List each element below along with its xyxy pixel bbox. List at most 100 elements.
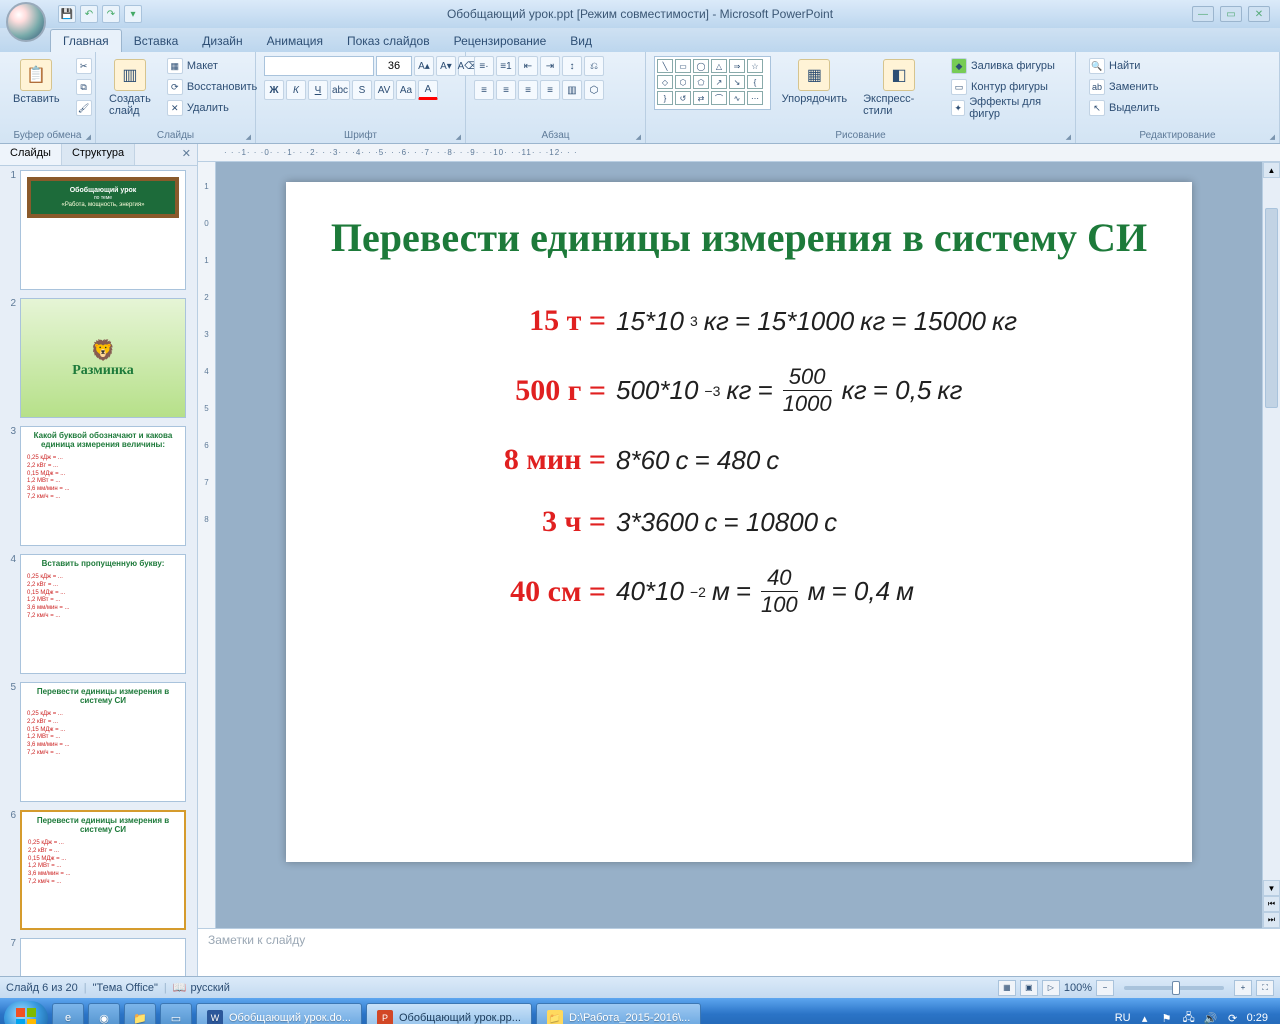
language-indicator[interactable]: русский (190, 982, 229, 994)
minimize-button[interactable]: — (1192, 6, 1214, 22)
tab-outline[interactable]: Структура (62, 144, 135, 165)
shape-effects-button[interactable]: ✦Эффекты для фигур (946, 98, 1067, 118)
taskbar-item[interactable]: 📁D:\Работа_2015-2016\... (536, 1003, 701, 1024)
ribbon-tab-3[interactable]: Анимация (255, 30, 335, 52)
indent-left-button[interactable]: ⇤ (518, 56, 538, 76)
chrome-icon[interactable]: ◉ (88, 1003, 120, 1024)
justify-button[interactable]: ≡ (540, 80, 560, 100)
copy-button[interactable]: ⧉ (71, 77, 97, 97)
decrease-font-icon[interactable]: A▾ (436, 56, 456, 76)
shadow-button[interactable]: S (352, 80, 372, 100)
tray-lang[interactable]: RU (1115, 1012, 1131, 1024)
shape-fill-button[interactable]: ◆Заливка фигуры (946, 56, 1067, 76)
arrange-button[interactable]: ▦ Упорядочить (777, 56, 852, 108)
align-center-button[interactable]: ≡ (496, 80, 516, 100)
explorer-icon[interactable]: 📁 (124, 1003, 156, 1024)
tray-sync-icon[interactable]: ⟳ (1225, 1010, 1241, 1024)
notes-pane[interactable]: Заметки к слайду (198, 928, 1280, 976)
smartart-button[interactable]: ⬡ (584, 80, 604, 100)
zoom-slider[interactable] (1124, 986, 1224, 990)
show-desktop-icon[interactable]: ▭ (160, 1003, 192, 1024)
replace-button[interactable]: abЗаменить (1084, 77, 1163, 97)
slide-thumbnail[interactable]: Обобщающий урокпо теме«Работа, мощность,… (20, 170, 186, 290)
find-button[interactable]: 🔍Найти (1084, 56, 1145, 76)
scroll-down-icon[interactable]: ▼ (1263, 880, 1280, 896)
ribbon-tab-0[interactable]: Главная (50, 29, 122, 52)
align-right-button[interactable]: ≡ (518, 80, 538, 100)
numbering-button[interactable]: ≡1 (496, 56, 516, 76)
increase-font-icon[interactable]: A▴ (414, 56, 434, 76)
ribbon-tab-6[interactable]: Вид (558, 30, 604, 52)
font-size-input[interactable] (376, 56, 412, 76)
select-button[interactable]: ↖Выделить (1084, 98, 1165, 118)
taskbar-item[interactable]: WОбобщающий урок.do... (196, 1003, 362, 1024)
shapes-gallery[interactable]: ╲▭◯△⇒☆ ◇⬡⬠↗↘{ }↺⇄⌒∿⋯ (654, 56, 771, 110)
scroll-up-icon[interactable]: ▲ (1263, 162, 1280, 178)
font-name-input[interactable] (264, 56, 374, 76)
bold-button[interactable]: Ж (264, 80, 284, 100)
format-painter-button[interactable]: 🖌 (71, 98, 97, 118)
columns-button[interactable]: ▥ (562, 80, 582, 100)
shape-outline-button[interactable]: ▭Контур фигуры (946, 77, 1067, 97)
qat-more-icon[interactable]: ▾ (124, 5, 142, 23)
tray-network-icon[interactable]: 🖧 (1181, 1010, 1197, 1024)
font-color-button[interactable]: A (418, 80, 438, 100)
slide-thumbnail[interactable]: 🦁Разминка (20, 298, 186, 418)
vertical-scrollbar[interactable]: ▲ ▼ ⏮ ⏭ (1262, 162, 1280, 928)
thumbnails-list[interactable]: 1Обобщающий урокпо теме«Работа, мощность… (0, 166, 197, 976)
redo-icon[interactable]: ↷ (102, 5, 120, 23)
ribbon-tab-4[interactable]: Показ слайдов (335, 30, 442, 52)
align-left-button[interactable]: ≡ (474, 80, 494, 100)
line-spacing-button[interactable]: ↕ (562, 56, 582, 76)
slide-thumbnail[interactable]: Какой буквой обозначают и какова единица… (20, 426, 186, 546)
prev-slide-icon[interactable]: ⏮ (1263, 896, 1280, 912)
normal-view-button[interactable]: ▦ (998, 980, 1016, 996)
reset-button[interactable]: ⟳Восстановить (162, 77, 262, 97)
fit-to-window-button[interactable]: ⛶ (1256, 980, 1274, 996)
tray-up-icon[interactable]: ▴ (1137, 1010, 1153, 1024)
strikethrough-button[interactable]: abc (330, 80, 350, 100)
ribbon-tab-5[interactable]: Рецензирование (442, 30, 559, 52)
text-direction-button[interactable]: ⎌ (584, 56, 604, 76)
sorter-view-button[interactable]: ▣ (1020, 980, 1038, 996)
next-slide-icon[interactable]: ⏭ (1263, 912, 1280, 928)
start-button[interactable] (4, 1001, 48, 1024)
save-icon[interactable]: 💾 (58, 5, 76, 23)
ribbon-tab-1[interactable]: Вставка (122, 30, 191, 52)
cut-button[interactable]: ✂ (71, 56, 97, 76)
maximize-button[interactable]: ▭ (1220, 6, 1242, 22)
office-button[interactable] (6, 2, 46, 42)
quick-styles-button[interactable]: ◧ Экспресс-стили (858, 56, 940, 120)
underline-button[interactable]: Ч (308, 80, 328, 100)
taskbar-item[interactable]: PОбобщающий урок.pp... (366, 1003, 532, 1024)
bullets-button[interactable]: ≡· (474, 56, 494, 76)
layout-button[interactable]: ▦Макет (162, 56, 262, 76)
tray-flag-icon[interactable]: ⚑ (1159, 1010, 1175, 1024)
tray-clock[interactable]: 0:29 (1247, 1012, 1268, 1024)
new-slide-button[interactable]: ▥ Создать слайд (104, 56, 156, 120)
char-spacing-button[interactable]: AV (374, 80, 394, 100)
tray-volume-icon[interactable]: 🔊 (1203, 1010, 1219, 1024)
spellcheck-icon[interactable]: 📖 (173, 981, 187, 994)
zoom-out-button[interactable]: − (1096, 980, 1114, 996)
slide-thumbnail[interactable]: ЗАДАЧИ (20, 938, 186, 976)
slide-canvas[interactable]: Перевести единицы измерения в систему СИ… (216, 162, 1262, 928)
italic-button[interactable]: К (286, 80, 306, 100)
close-panel-icon[interactable]: ✕ (176, 144, 197, 165)
zoom-in-button[interactable]: + (1234, 980, 1252, 996)
zoom-percent[interactable]: 100% (1064, 982, 1092, 994)
delete-slide-button[interactable]: ✕Удалить (162, 98, 262, 118)
slide-thumbnail[interactable]: Перевести единицы измерения в систему СИ… (20, 682, 186, 802)
ribbon-tab-2[interactable]: Дизайн (190, 30, 254, 52)
ie-icon[interactable]: e (52, 1003, 84, 1024)
paste-button[interactable]: 📋 Вставить (8, 56, 65, 108)
undo-icon[interactable]: ↶ (80, 5, 98, 23)
slideshow-view-button[interactable]: ▷ (1042, 980, 1060, 996)
change-case-button[interactable]: Aa (396, 80, 416, 100)
slide-thumbnail[interactable]: Вставить пропущенную букву:0,25 кДж = ..… (20, 554, 186, 674)
close-button[interactable]: ✕ (1248, 6, 1270, 22)
scrollbar-thumb[interactable] (1265, 208, 1278, 408)
indent-right-button[interactable]: ⇥ (540, 56, 560, 76)
tab-slides[interactable]: Слайды (0, 144, 62, 165)
slide-thumbnail[interactable]: Перевести единицы измерения в систему СИ… (20, 810, 186, 930)
